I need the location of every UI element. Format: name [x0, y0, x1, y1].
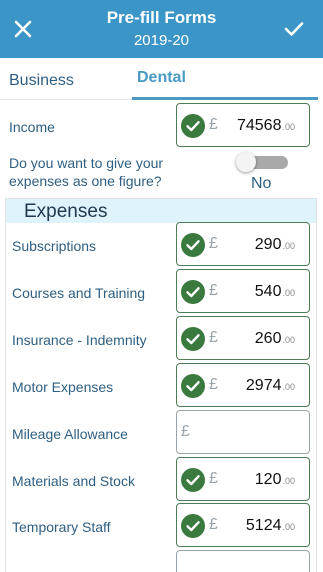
currency-symbol: £ — [209, 116, 218, 133]
tab-bar: Business Dental — [0, 58, 323, 100]
currency-symbol: £ — [209, 282, 218, 299]
expense-label-mileage: Mileage Allowance — [12, 426, 128, 442]
tab-business[interactable]: Business — [9, 72, 74, 90]
expense-amount — [294, 424, 295, 442]
single-figure-toggle[interactable] — [236, 152, 288, 172]
expense-amount: 290.00 — [254, 236, 295, 253]
expense-field-courses[interactable]: £ 540.00 — [176, 269, 310, 313]
currency-symbol: £ — [209, 235, 218, 252]
currency-symbol: £ — [181, 423, 190, 440]
expense-field-mileage[interactable]: £ — [176, 410, 310, 454]
expense-field-subscriptions[interactable]: £ 290.00 — [176, 222, 310, 266]
toggle-knob — [236, 152, 256, 172]
expense-label-subscriptions: Subscriptions — [12, 238, 97, 254]
check-circle-icon — [181, 280, 205, 304]
income-field[interactable]: £ 74568.00 — [176, 103, 310, 147]
page-title: Pre-fill Forms — [106, 8, 217, 27]
check-circle-icon — [181, 514, 205, 538]
confirm-button[interactable] — [279, 14, 309, 44]
expense-field-temporary-staff[interactable]: £ 5124.00 — [176, 503, 310, 547]
check-circle-icon — [181, 468, 205, 492]
expense-field-insurance[interactable]: £ 260.00 — [176, 316, 310, 360]
check-circle-icon — [181, 374, 205, 398]
expense-label-motor: Motor Expenses — [12, 379, 114, 395]
expenses-header: Expenses — [6, 199, 316, 223]
app-header: Pre-fill Forms 2019-20 — [0, 0, 323, 58]
expense-label-insurance: Insurance - Indemnity — [12, 332, 147, 348]
expenses-title: Expenses — [24, 201, 108, 222]
expense-label-courses: Courses and Training — [12, 285, 146, 301]
check-circle-icon — [181, 233, 205, 257]
check-circle-icon — [181, 327, 205, 351]
single-figure-value: No — [251, 175, 272, 192]
tab-dental[interactable]: Dental — [132, 58, 318, 100]
currency-symbol: £ — [209, 376, 218, 393]
single-figure-question: Do you want to give your expenses as one… — [9, 155, 164, 189]
expense-field-motor[interactable]: £ 2974.00 — [176, 363, 310, 407]
expense-amount: 5124.00 — [245, 517, 295, 534]
income-amount: 74568.00 — [236, 117, 295, 134]
expense-amount: 2974.00 — [245, 377, 295, 394]
expense-field-next[interactable] — [176, 550, 310, 572]
check-circle-icon — [181, 114, 205, 138]
expense-amount: 540.00 — [254, 283, 295, 300]
tax-year: 2019-20 — [133, 32, 190, 49]
expense-amount: 260.00 — [254, 330, 295, 347]
currency-symbol: £ — [209, 329, 218, 346]
tab-divider — [0, 99, 132, 100]
check-icon[interactable] — [284, 21, 304, 37]
income-label: Income — [9, 119, 55, 135]
expense-amount: 120.00 — [254, 471, 295, 488]
expense-label-temporary-staff: Temporary Staff — [12, 519, 111, 535]
currency-symbol: £ — [209, 470, 218, 487]
currency-symbol: £ — [209, 516, 218, 533]
expense-field-materials[interactable]: £ 120.00 — [176, 457, 310, 501]
expense-label-materials: Materials and Stock — [12, 473, 135, 489]
